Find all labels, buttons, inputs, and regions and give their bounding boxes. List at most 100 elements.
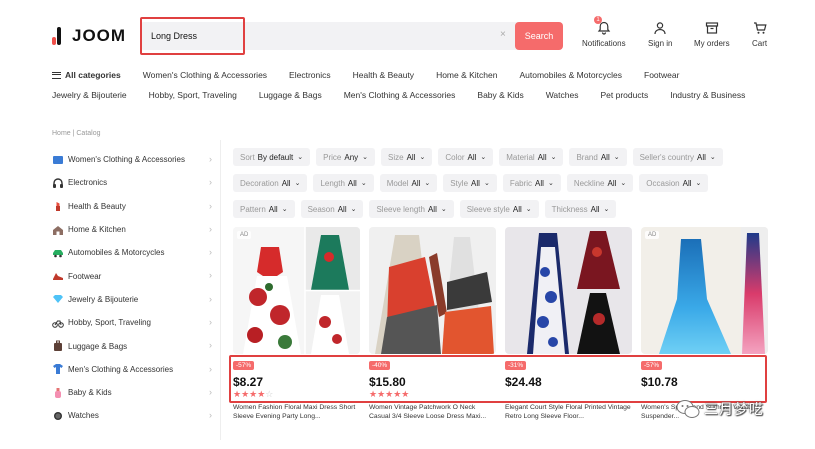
chevron-down-icon: ⌄ (603, 206, 610, 213)
category-link[interactable]: Baby & Kids (477, 90, 523, 100)
filter-material[interactable]: Material All ⌄ (499, 148, 564, 166)
shoe-icon (52, 270, 64, 282)
category-link[interactable]: Watches (546, 90, 579, 100)
header: JOOM × Search 1 Notifications Sign in My… (0, 0, 815, 60)
category-link[interactable]: Electronics (289, 70, 331, 80)
joom-logo[interactable]: JOOM (52, 26, 126, 46)
filter-style[interactable]: Style All ⌄ (443, 174, 497, 192)
sidebar-item-electronics[interactable]: Electronics › (52, 171, 217, 194)
category-link[interactable]: Automobiles & Motorcycles (519, 70, 622, 80)
filter-pattern[interactable]: Pattern All ⌄ (233, 200, 295, 218)
notifications-label: Notifications (582, 39, 626, 48)
product-image[interactable] (505, 227, 632, 354)
sidebar-item-womens-clothing[interactable]: Women's Clothing & Accessories › (52, 148, 217, 171)
sidebar-item-label: Home & Kitchen (68, 225, 126, 235)
filter-season[interactable]: Season All ⌄ (300, 200, 364, 218)
sidebar-item-health-beauty[interactable]: Health & Beauty › (52, 195, 217, 218)
price-highlight-box (229, 355, 767, 403)
search-button[interactable]: Search (515, 22, 563, 50)
product-image[interactable]: AD (641, 227, 768, 354)
category-sidebar: Women's Clothing & Accessories › Electron… (52, 148, 217, 428)
filter-length[interactable]: Length All ⌄ (313, 174, 374, 192)
chevron-right-icon: › (209, 293, 212, 304)
chevron-right-icon: › (209, 154, 212, 164)
search-highlight-box (140, 17, 245, 55)
filter-decoration[interactable]: Decoration All ⌄ (233, 174, 308, 192)
filter-color[interactable]: Color All ⌄ (438, 148, 494, 166)
luggage-icon (52, 340, 64, 352)
sidebar-item-jewelry[interactable]: Jewelry & Bijouterie › (52, 288, 217, 311)
sidebar-item-label: Footwear (68, 271, 102, 281)
sign-in-button[interactable]: Sign in (648, 20, 672, 48)
notification-count-badge: 1 (594, 16, 602, 24)
car-icon (52, 247, 64, 259)
sidebar-item-label: Health & Beauty (68, 201, 126, 211)
menu-icon (52, 71, 61, 79)
cart-label: Cart (752, 39, 768, 48)
all-categories-button[interactable]: All categories (52, 70, 121, 80)
chevron-down-icon: ⌄ (297, 154, 304, 161)
ad-badge: AD (645, 231, 660, 239)
sidebar-item-watches[interactable]: Watches › (52, 404, 217, 427)
category-link[interactable]: Pet products (600, 90, 648, 100)
filter-fabric[interactable]: Fabric All ⌄ (502, 174, 561, 192)
sidebar-item-home-kitchen[interactable]: Home & Kitchen › (52, 218, 217, 241)
all-categories-label: All categories (65, 70, 121, 80)
my-orders-button[interactable]: My orders (694, 20, 730, 48)
clear-icon[interactable]: × (500, 29, 506, 40)
sidebar-item-baby-kids[interactable]: Baby & Kids › (52, 381, 217, 404)
cart-button[interactable]: Cart (752, 20, 767, 48)
chevron-right-icon: › (209, 363, 212, 374)
chevron-right-icon: › (209, 386, 212, 397)
filter-sellers-country[interactable]: Seller's country All ⌄ (632, 148, 723, 166)
product-name[interactable]: Women Fashion Floral Maxi Dress Short Sl… (233, 403, 360, 421)
category-link[interactable]: Luggage & Bags (259, 90, 322, 100)
house-icon (52, 224, 64, 236)
filter-label: Pattern (240, 204, 266, 214)
filter-label: Style (450, 178, 469, 188)
user-icon (648, 20, 672, 36)
category-link[interactable]: Home & Kitchen (436, 70, 497, 80)
filter-price[interactable]: Price Any ⌄ (316, 148, 376, 166)
filter-value: Any (344, 152, 359, 162)
logo-text: JOOM (72, 26, 127, 45)
wechat-icon (676, 400, 700, 418)
category-link[interactable]: Footwear (644, 70, 679, 80)
category-link[interactable]: Men's Clothing & Accessories (344, 90, 456, 100)
filter-thickness[interactable]: Thickness All ⌄ (544, 200, 617, 218)
chevron-down-icon: ⌄ (350, 206, 357, 213)
category-link[interactable]: Industry & Business (670, 90, 745, 100)
sidebar-item-footwear[interactable]: Footwear › (52, 264, 217, 287)
product-image[interactable]: AD (233, 227, 360, 354)
sidebar-item-luggage[interactable]: Luggage & Bags › (52, 334, 217, 357)
notifications-button[interactable]: 1 Notifications (582, 16, 626, 48)
filter-value: All (427, 204, 437, 214)
filter-label: Decoration (240, 178, 279, 188)
product-name[interactable]: Elegant Court Style Floral Printed Vinta… (505, 403, 632, 421)
filter-sort[interactable]: Sort By default ⌄ (233, 148, 311, 166)
category-link[interactable]: Health & Beauty (353, 70, 414, 80)
sidebar-item-label: Watches (68, 411, 99, 421)
filter-sleeve-style[interactable]: Sleeve style All ⌄ (459, 200, 539, 218)
filter-neckline[interactable]: Neckline All ⌄ (566, 174, 634, 192)
filter-value: All (337, 204, 347, 214)
product-image[interactable] (369, 227, 496, 354)
sidebar-item-mens-clothing[interactable]: Men's Clothing & Accessories › (52, 358, 217, 381)
category-link[interactable]: Jewelry & Bijouterie (52, 90, 127, 100)
filter-label: Material (506, 152, 535, 162)
category-link[interactable]: Women's Clothing & Accessories (143, 70, 267, 80)
category-link[interactable]: Hobby, Sport, Traveling (149, 90, 237, 100)
product-name[interactable]: Women Vintage Patchwork O Neck Casual 3/… (369, 403, 496, 421)
filter-model[interactable]: Model All ⌄ (379, 174, 438, 192)
sidebar-item-label: Luggage & Bags (68, 341, 128, 351)
filter-size[interactable]: Size All ⌄ (381, 148, 433, 166)
sidebar-item-hobby[interactable]: Hobby, Sport, Traveling › (52, 311, 217, 334)
sidebar-item-label: Electronics (68, 178, 108, 188)
sidebar-item-automobiles[interactable]: Automobiles & Motorcycles › (52, 241, 217, 264)
breadcrumb[interactable]: Home | Catalog (52, 130, 101, 137)
chevron-down-icon: ⌄ (613, 154, 620, 161)
chevron-right-icon: › (209, 317, 212, 328)
filter-brand[interactable]: Brand All ⌄ (569, 148, 627, 166)
filter-occasion[interactable]: Occasion All ⌄ (639, 174, 709, 192)
filter-sleeve-length[interactable]: Sleeve length All ⌄ (369, 200, 454, 218)
